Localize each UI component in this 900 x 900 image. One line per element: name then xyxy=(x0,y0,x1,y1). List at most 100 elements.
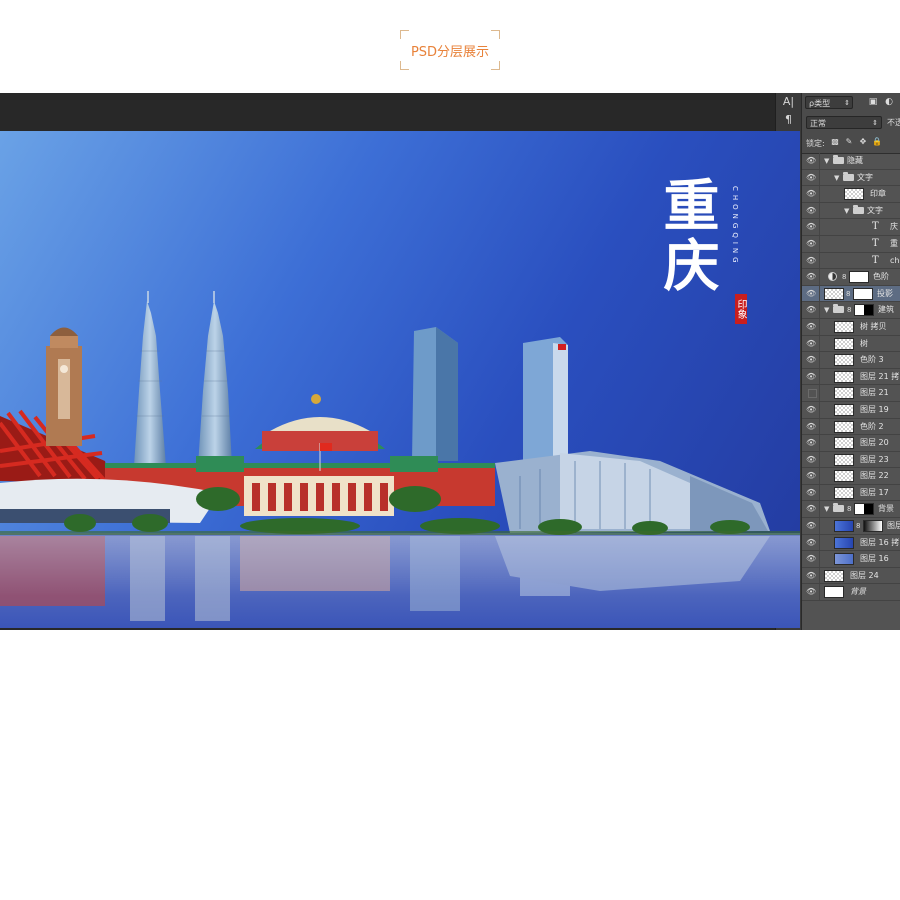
visibility-eye-icon[interactable]: 👁 xyxy=(806,571,816,580)
visibility-eye-icon[interactable]: 👁 xyxy=(806,439,816,447)
lock-transparency-icon[interactable]: ▩ xyxy=(830,137,840,147)
layer-thumbnail[interactable] xyxy=(834,486,854,499)
layer-row[interactable]: 👁 ▼ 隐藏 xyxy=(802,153,900,170)
visibility-eye-icon[interactable]: 👁 xyxy=(806,306,816,314)
layer-filter-row: ρ类型 ⇕ ▣ ◐ xyxy=(802,93,900,114)
disclosure-triangle-icon[interactable]: ▼ xyxy=(844,206,849,216)
layer-row[interactable]: 👁 ▼ 文字 xyxy=(802,202,900,220)
visibility-eye-icon[interactable]: 👁 xyxy=(806,223,816,231)
layer-row[interactable]: 👁 树 xyxy=(802,335,900,353)
layer-row[interactable]: 👁 Tcho xyxy=(802,252,900,270)
layer-thumbnail[interactable] xyxy=(834,403,854,416)
visibility-eye-icon[interactable]: 👁 xyxy=(806,322,816,331)
layer-row[interactable]: 👁 8 色阶 xyxy=(802,269,900,286)
layer-thumbnail[interactable] xyxy=(844,188,864,201)
layer-mask-thumbnail[interactable] xyxy=(849,271,869,284)
disclosure-triangle-icon[interactable]: ▼ xyxy=(824,305,829,315)
lock-position-icon[interactable]: ✥ xyxy=(858,137,868,147)
layer-thumbnail[interactable] xyxy=(834,337,854,350)
layer-thumbnail[interactable] xyxy=(824,569,844,582)
mask-link-icon[interactable]: 8 xyxy=(847,305,851,315)
layer-row[interactable]: 👁 图层 16 拷 xyxy=(802,534,900,552)
layer-row[interactable]: 👁 图层 16 xyxy=(802,551,900,568)
layer-thumbnail[interactable] xyxy=(824,586,844,599)
layer-row[interactable]: 👁 色阶 3 xyxy=(802,352,900,369)
visibility-eye-icon[interactable]: 👁 xyxy=(806,488,816,497)
layer-thumbnail[interactable] xyxy=(834,387,854,400)
document-canvas[interactable]: 重庆 CHONGQING 印象 xyxy=(0,131,800,628)
layer-row[interactable]: 👁 图层 24 xyxy=(802,567,900,585)
character-panel-icon[interactable]: A| xyxy=(776,93,801,111)
layer-row[interactable]: 👁 8 图层 16 拷 xyxy=(802,518,900,535)
layer-row[interactable]: 👁 8 投影 xyxy=(802,285,900,303)
visibility-eye-icon[interactable]: 👁 xyxy=(806,356,816,364)
layer-row[interactable]: 👁 色阶 2 xyxy=(802,418,900,436)
visibility-eye-icon[interactable]: 👁 xyxy=(806,372,816,381)
layer-row[interactable]: 👁 图层 21 拷 xyxy=(802,368,900,386)
adjustment-filter-icon[interactable]: ◐ xyxy=(884,97,894,107)
visibility-eye-icon[interactable]: 👁 xyxy=(806,505,816,513)
layer-row[interactable]: 图层 21 xyxy=(802,385,900,402)
visibility-eye-icon[interactable]: 👁 xyxy=(806,455,816,464)
visibility-eye-icon[interactable]: 👁 xyxy=(806,472,816,480)
layer-row[interactable]: 👁 ▼ 文字 xyxy=(802,169,900,187)
layer-row[interactable]: 👁 T 重 xyxy=(802,235,900,253)
layer-thumbnail[interactable] xyxy=(834,553,854,566)
visibility-eye-icon[interactable]: 👁 xyxy=(806,206,816,215)
mask-link-icon[interactable]: 8 xyxy=(856,521,860,531)
layer-thumbnail[interactable] xyxy=(824,287,844,300)
layer-thumbnail[interactable] xyxy=(834,420,854,433)
visibility-eye-icon[interactable]: 👁 xyxy=(806,422,816,431)
layer-mask-thumbnail[interactable] xyxy=(854,304,874,317)
visibility-eye-icon[interactable]: 👁 xyxy=(806,190,816,198)
layer-row[interactable]: 👁 树 拷贝 xyxy=(802,318,900,336)
mask-link-icon[interactable]: 8 xyxy=(847,504,851,514)
layer-thumbnail[interactable] xyxy=(834,320,854,333)
layer-thumbnail[interactable] xyxy=(834,536,854,549)
layer-row[interactable]: 👁 图层 17 xyxy=(802,484,900,502)
layer-row[interactable]: 👁 T 庆 xyxy=(802,219,900,236)
visibility-eye-icon[interactable] xyxy=(808,389,817,399)
image-filter-icon[interactable]: ▣ xyxy=(868,97,878,107)
layer-mask-thumbnail[interactable] xyxy=(863,520,883,533)
layer-row[interactable]: 👁 图层 20 xyxy=(802,435,900,452)
layer-row[interactable]: 👁 背景 xyxy=(802,584,900,602)
layer-row[interactable]: 👁 ▼ 8 背景 xyxy=(802,501,900,519)
layer-thumbnail[interactable] xyxy=(834,520,854,533)
layer-mask-thumbnail[interactable] xyxy=(853,287,873,300)
visibility-eye-icon[interactable]: 👁 xyxy=(806,173,816,182)
disclosure-triangle-icon[interactable]: ▼ xyxy=(824,504,829,514)
layer-mask-thumbnail[interactable] xyxy=(854,503,874,516)
layer-kind-filter[interactable]: ρ类型 ⇕ xyxy=(805,96,853,109)
visibility-eye-icon[interactable]: 👁 xyxy=(806,289,816,298)
paragraph-panel-icon[interactable]: ¶ xyxy=(776,111,801,129)
layer-row[interactable]: 👁 图层 22 xyxy=(802,468,900,485)
layer-thumbnail[interactable] xyxy=(834,354,854,367)
visibility-eye-icon[interactable]: 👁 xyxy=(806,555,816,563)
visibility-eye-icon[interactable]: 👁 xyxy=(806,273,816,281)
layer-thumbnail[interactable] xyxy=(834,370,854,383)
layer-row[interactable]: 👁 图层 19 xyxy=(802,401,900,419)
visibility-eye-icon[interactable]: 👁 xyxy=(806,522,816,530)
visibility-eye-icon[interactable]: 👁 xyxy=(806,588,816,596)
lock-all-icon[interactable]: 🔒 xyxy=(872,137,882,147)
mask-link-icon[interactable]: 8 xyxy=(846,289,850,299)
layer-thumbnail[interactable] xyxy=(834,437,854,450)
text-layer-icon: T xyxy=(872,237,879,249)
visibility-eye-icon[interactable]: 👁 xyxy=(806,538,816,547)
lock-pixels-icon[interactable]: ✎ xyxy=(844,137,854,147)
visibility-eye-icon[interactable]: 👁 xyxy=(806,405,816,414)
disclosure-triangle-icon[interactable]: ▼ xyxy=(824,156,829,166)
mask-link-icon[interactable]: 8 xyxy=(842,272,846,282)
layer-row[interactable]: 👁 ▼ 8 建筑 xyxy=(802,302,900,319)
layer-row[interactable]: 👁 印章 xyxy=(802,186,900,203)
layer-row[interactable]: 👁 图层 23 xyxy=(802,451,900,469)
disclosure-triangle-icon[interactable]: ▼ xyxy=(834,173,839,183)
visibility-eye-icon[interactable]: 👁 xyxy=(806,157,816,165)
visibility-eye-icon[interactable]: 👁 xyxy=(806,339,816,348)
visibility-eye-icon[interactable]: 👁 xyxy=(806,239,816,248)
blend-mode-select[interactable]: 正常 ⇕ xyxy=(806,116,882,129)
layer-thumbnail[interactable] xyxy=(834,470,854,483)
layer-thumbnail[interactable] xyxy=(834,453,854,466)
visibility-eye-icon[interactable]: 👁 xyxy=(806,256,816,265)
